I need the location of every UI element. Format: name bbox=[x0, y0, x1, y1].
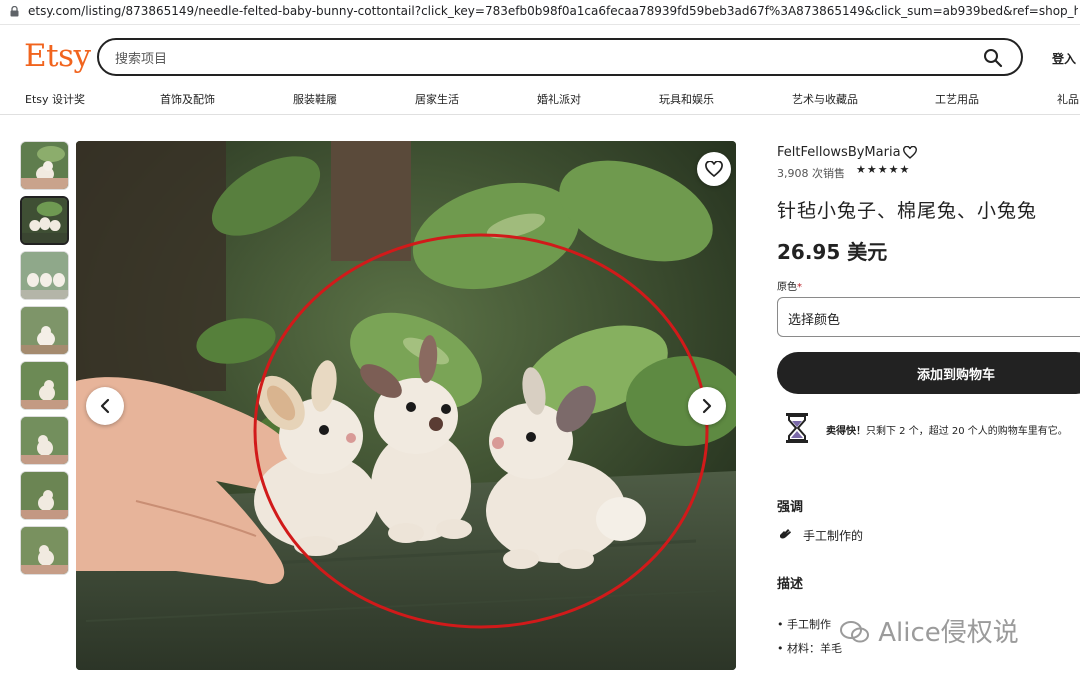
chevron-left-icon bbox=[100, 398, 110, 414]
watermark-text: Alice侵权说 bbox=[878, 618, 1019, 648]
etsy-logo[interactable]: Etsy bbox=[24, 38, 91, 74]
hand-icon bbox=[780, 529, 791, 539]
category-nav: Etsy 设计奖 首饰及配饰 服装鞋履 居家生活 婚礼派对 玩具和娱乐 艺术与收… bbox=[0, 86, 1080, 115]
thumbnail-selected[interactable] bbox=[20, 196, 69, 245]
thumbnail-image bbox=[21, 307, 68, 354]
highlight-handmade: 手工制作的 bbox=[803, 529, 864, 543]
sales-count: 3,908 次销售 bbox=[777, 167, 845, 180]
thumbnail-image bbox=[21, 362, 68, 409]
nav-item-design-awards[interactable]: Etsy 设计奖 bbox=[25, 91, 85, 107]
description-heading: 描述 bbox=[777, 577, 804, 592]
stock-notice-strong: 卖得快！ bbox=[826, 426, 866, 437]
nav-item-toys[interactable]: 玩具和娱乐 bbox=[659, 91, 714, 107]
color-select-value: 选择颜色 bbox=[788, 313, 841, 328]
search-icon[interactable] bbox=[983, 48, 1003, 68]
hourglass-icon bbox=[786, 413, 808, 443]
nav-item-gifts[interactable]: 礼品 bbox=[1057, 91, 1079, 107]
heart-icon bbox=[705, 161, 723, 177]
required-mark: * bbox=[797, 282, 802, 293]
add-to-cart-button[interactable]: 添加到购物车 bbox=[777, 352, 1080, 394]
sign-in-link[interactable]: 登入 bbox=[1052, 50, 1076, 67]
nav-item-clothing[interactable]: 服装鞋履 bbox=[293, 91, 337, 107]
thumbnail-image bbox=[21, 142, 68, 189]
thumbnail-image bbox=[21, 527, 68, 574]
thumbnail-image bbox=[21, 252, 68, 299]
previous-image-button[interactable] bbox=[86, 387, 124, 425]
watermark: Alice侵权说 bbox=[840, 612, 1019, 649]
thumbnail-image bbox=[22, 198, 67, 243]
thumbnail[interactable] bbox=[20, 306, 69, 355]
description-line: • 手工制作 bbox=[777, 618, 831, 631]
nav-item-craft[interactable]: 工艺用品 bbox=[935, 91, 979, 107]
nav-item-home[interactable]: 居家生活 bbox=[415, 91, 459, 107]
thumbnail[interactable] bbox=[20, 141, 69, 190]
description-line: • 材料：羊毛 bbox=[777, 642, 842, 655]
nav-item-jewelry[interactable]: 首饰及配饰 bbox=[160, 91, 215, 107]
stock-notice-text: 只剩下 2 个，超过 20 个人的购物车里有它。 bbox=[866, 426, 1068, 437]
stock-notice: 卖得快！只剩下 2 个，超过 20 个人的购物车里有它。 bbox=[826, 422, 1068, 437]
color-label-text: 原色 bbox=[777, 282, 797, 293]
url-text[interactable]: etsy.com/listing/873865149/needle-felted… bbox=[28, 4, 1078, 18]
chevron-right-icon bbox=[702, 398, 712, 414]
thumbnail[interactable] bbox=[20, 416, 69, 465]
add-to-cart-label: 添加到购物车 bbox=[917, 368, 996, 383]
product-photo bbox=[76, 141, 736, 670]
search-input[interactable] bbox=[113, 48, 977, 70]
thumbnail[interactable] bbox=[20, 251, 69, 300]
listing-price: 26.95 美元 bbox=[777, 240, 888, 264]
shop-name-link[interactable]: FeltFellowsByMaria bbox=[777, 145, 901, 160]
rating-stars[interactable]: ★★★★★ bbox=[856, 163, 910, 176]
product-image[interactable] bbox=[76, 141, 736, 670]
thumbnail-image bbox=[21, 417, 68, 464]
follow-shop-heart-icon[interactable] bbox=[903, 146, 917, 159]
thumbnail[interactable] bbox=[20, 361, 69, 410]
thumbnail[interactable] bbox=[20, 471, 69, 520]
search-bar[interactable] bbox=[97, 38, 1023, 76]
browser-url-bar[interactable]: etsy.com/listing/873865149/needle-felted… bbox=[0, 0, 1080, 25]
favorite-button[interactable] bbox=[697, 152, 731, 186]
color-label: 原色* bbox=[777, 278, 802, 293]
listing-title: 针毡小兔子、棉尾兔、小兔兔 bbox=[777, 200, 1038, 222]
color-select[interactable]: 选择颜色 bbox=[777, 297, 1080, 337]
next-image-button[interactable] bbox=[688, 387, 726, 425]
thumbnail[interactable] bbox=[20, 526, 69, 575]
nav-item-art[interactable]: 艺术与收藏品 bbox=[792, 91, 858, 107]
lock-icon bbox=[10, 6, 19, 17]
thumbnail-image bbox=[21, 472, 68, 519]
nav-item-wedding[interactable]: 婚礼派对 bbox=[537, 91, 581, 107]
wechat-icon bbox=[840, 621, 869, 643]
highlights-heading: 强调 bbox=[777, 500, 804, 515]
